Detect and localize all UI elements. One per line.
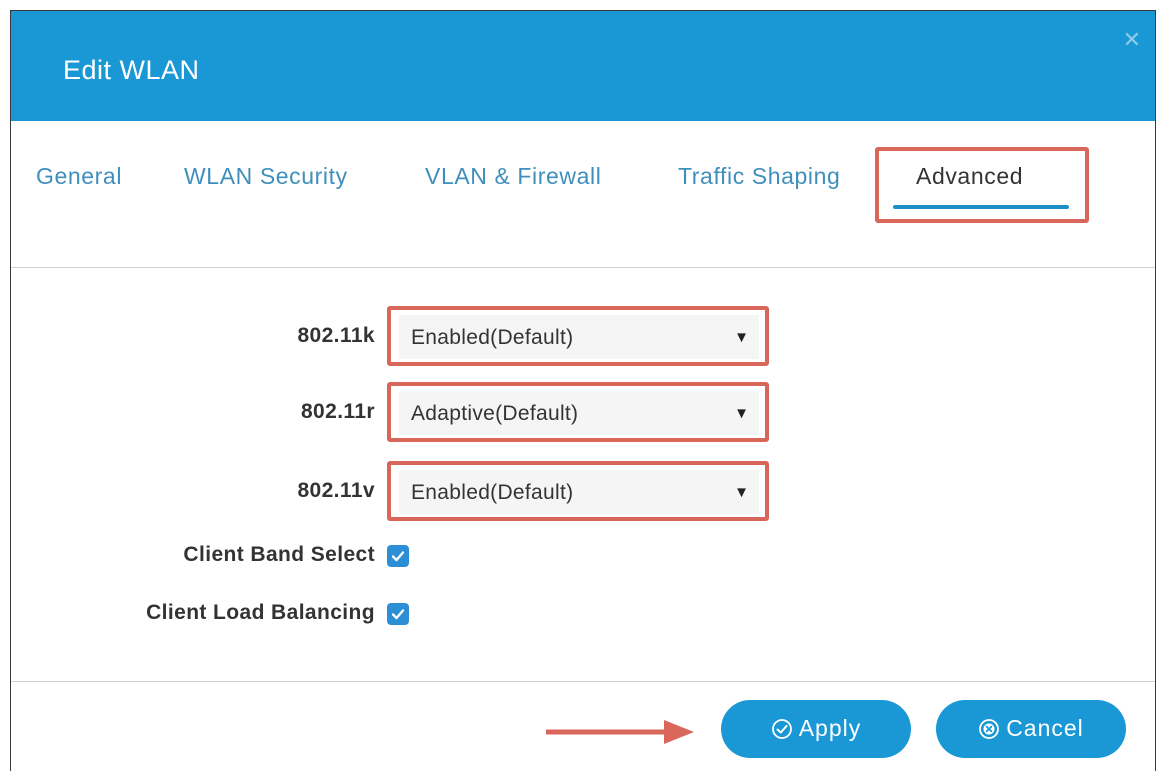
cancel-button[interactable]: Cancel: [936, 700, 1126, 758]
tab-general[interactable]: General: [36, 163, 122, 190]
checkmark-icon: [391, 551, 405, 562]
label-client-band-select: Client Band Select: [183, 543, 375, 566]
label-802-11v: 802.11v: [297, 479, 375, 502]
select-802-11r-value: Adaptive(Default): [411, 402, 579, 425]
cancel-button-label: Cancel: [1006, 715, 1084, 741]
active-tab-indicator: [893, 205, 1069, 209]
select-802-11r[interactable]: Adaptive(Default) ▼: [399, 391, 759, 435]
tab-advanced[interactable]: Advanced: [916, 163, 1023, 190]
dialog-header: Edit WLAN ✕: [11, 11, 1155, 121]
tab-bar: General WLAN Security VLAN & Firewall Tr…: [11, 121, 1155, 267]
client-load-balancing-checkbox[interactable]: [387, 603, 409, 625]
x-circle-icon: [979, 719, 1000, 739]
tabs-divider: [11, 267, 1155, 268]
edit-wlan-dialog: Edit WLAN ✕ General WLAN Security VLAN &…: [10, 10, 1156, 771]
chevron-down-icon: ▼: [734, 329, 749, 346]
label-client-load-balancing: Client Load Balancing: [146, 601, 375, 624]
apply-button-label: Apply: [798, 715, 862, 741]
select-802-11k-value: Enabled(Default): [411, 326, 574, 349]
label-802-11r: 802.11r: [300, 400, 375, 423]
check-circle-icon: [771, 719, 792, 739]
apply-button[interactable]: Apply: [721, 700, 911, 758]
select-802-11k[interactable]: Enabled(Default) ▼: [399, 315, 759, 359]
arrow-icon: [546, 720, 694, 744]
close-icon[interactable]: ✕: [1123, 29, 1141, 51]
tab-traffic-shaping[interactable]: Traffic Shaping: [678, 163, 840, 190]
chevron-down-icon: ▼: [734, 405, 749, 422]
checkmark-icon: [391, 609, 405, 620]
chevron-down-icon: ▼: [734, 484, 749, 501]
tab-wlan-security[interactable]: WLAN Security: [184, 163, 348, 190]
select-802-11v-value: Enabled(Default): [411, 481, 574, 504]
select-802-11v[interactable]: Enabled(Default) ▼: [399, 470, 759, 514]
footer-divider: [11, 681, 1155, 682]
label-802-11k: 802.11k: [297, 324, 375, 347]
dialog-title: Edit WLAN: [63, 55, 200, 85]
client-band-select-checkbox[interactable]: [387, 545, 409, 567]
tab-vlan-firewall[interactable]: VLAN & Firewall: [425, 163, 601, 190]
